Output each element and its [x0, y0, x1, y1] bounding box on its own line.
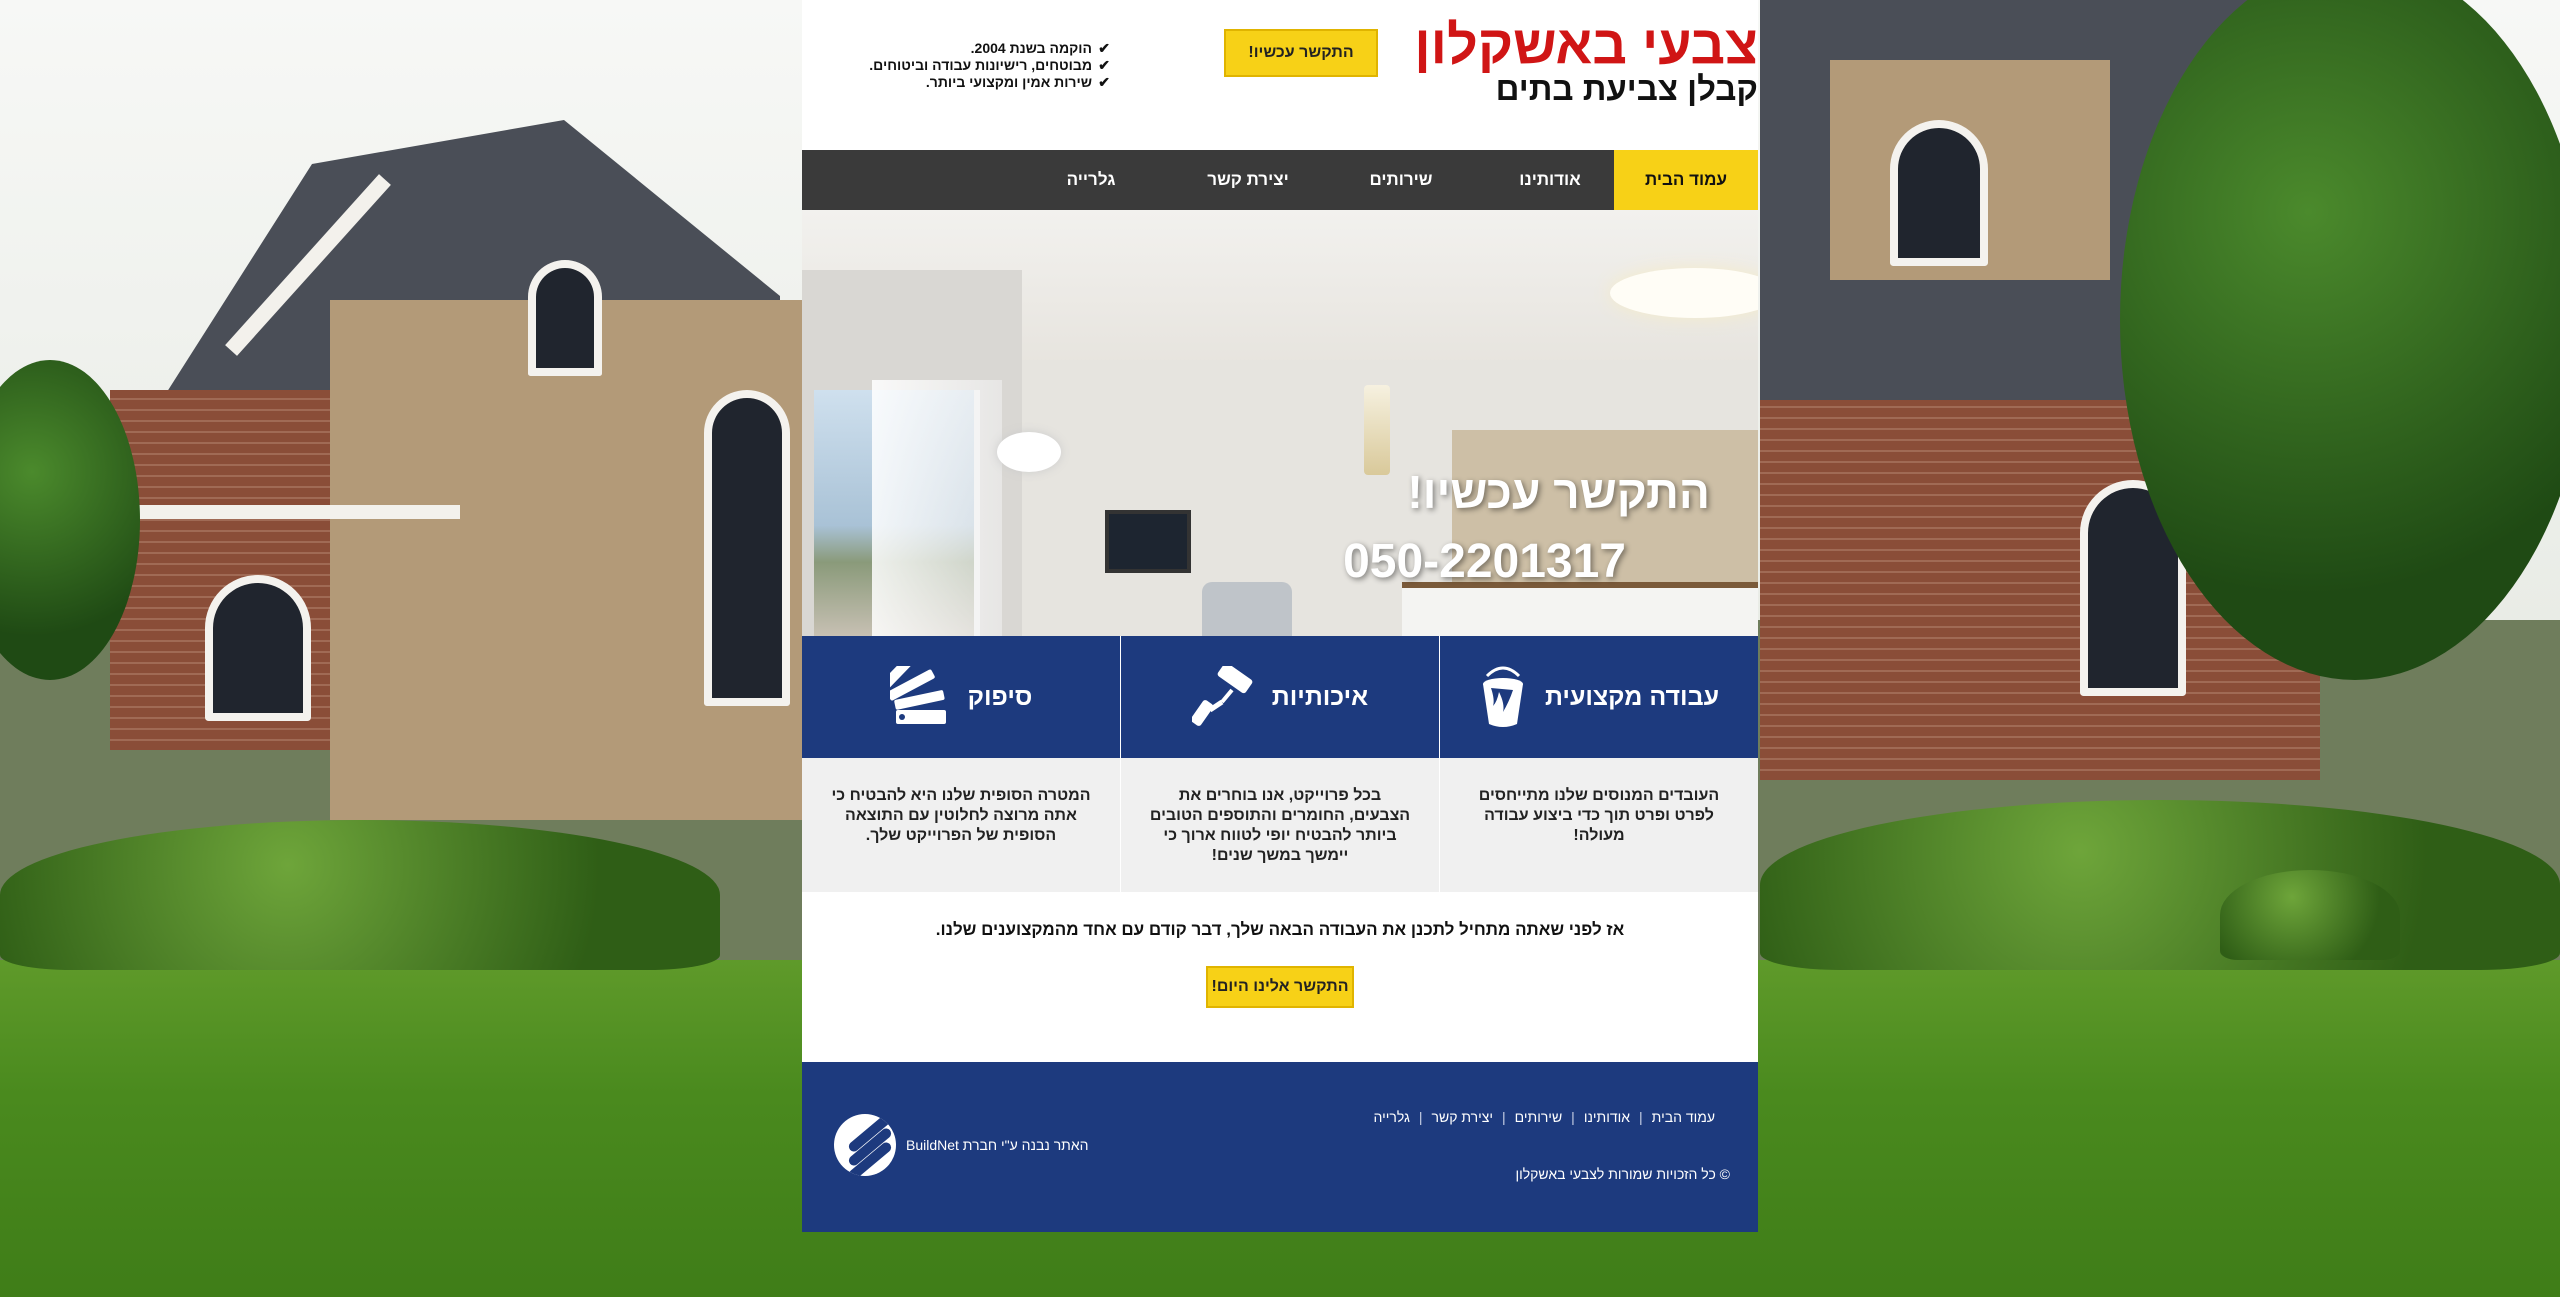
site-container: צבעי באשקלון קבלן צביעת בתים התקשר עכשיו…: [802, 0, 1758, 1232]
nav-item-services[interactable]: שירותים: [1316, 150, 1486, 210]
buildnet-logo-icon[interactable]: [834, 1114, 896, 1176]
site-footer: עמוד הבית | אודותינו | שירותים | יצירת קשר |…: [802, 1062, 1758, 1232]
check-icon: ✔: [1098, 40, 1110, 56]
card-text: בכל פרוייקט, אנו בוחרים את הצבעים, החומר…: [1121, 758, 1439, 892]
main-nav: עמוד הבית אודותינו שירותים יצירת קשר גלר…: [802, 150, 1758, 210]
builder-credit[interactable]: האתר נבנה ע"י חברת BuildNet: [834, 1114, 1089, 1176]
card-title: עבודה מקצועית: [1544, 682, 1720, 711]
check-icon: ✔: [1098, 57, 1110, 73]
site-title[interactable]: צבעי באשקלון: [1414, 14, 1758, 76]
card-text: העובדים המנוסים שלנו מתייחסים לפרט ופרט …: [1440, 758, 1758, 892]
site-header: צבעי באשקלון קבלן צביעת בתים התקשר עכשיו…: [802, 0, 1758, 150]
hero-headline: התקשר עכשיו!: [1407, 466, 1710, 518]
paint-roller-icon: [1191, 666, 1254, 728]
nav-item-contact[interactable]: יצירת קשר: [1180, 150, 1316, 210]
footer-link-contact[interactable]: יצירת קשר: [1423, 1109, 1502, 1125]
feature-item: ✔הוקמה בשנת 2004.: [970, 40, 1110, 56]
card-text: המטרה הסופית שלנו היא להבטיח כי אתה מרוצ…: [802, 758, 1120, 892]
features-list: ✔הוקמה בשנת 2004. ✔מבוטחים, רישיונות עבו…: [802, 40, 1110, 91]
footer-link-services[interactable]: שירותים: [1506, 1109, 1572, 1125]
card-header: סיפוק: [802, 636, 1120, 758]
footer-nav: עמוד הבית | אודותינו | שירותים | יצירת קשר |…: [1365, 1109, 1725, 1125]
site-subtitle: קבלן צביעת בתים: [1495, 70, 1758, 107]
feature-item: ✔שירות אמין ומקצועי ביותר.: [925, 74, 1110, 90]
call-us-today-button[interactable]: התקשר אלינו היום!: [1206, 966, 1354, 1008]
cta-text: אז לפני שאתה מתחיל לתכנן את העבודה הבאה …: [935, 920, 1625, 939]
hero-banner: התקשר עכשיו! 050-2201317: [802, 210, 1758, 636]
hero-tv: [1105, 510, 1191, 573]
card-header: איכותיות: [1121, 636, 1439, 758]
footer-link-gallery[interactable]: גלרייה: [1365, 1109, 1419, 1125]
feature-cards: עבודה מקצועית העובדים המנוסים שלנו מתייח…: [802, 636, 1758, 892]
card-professional: עבודה מקצועית העובדים המנוסים שלנו מתייח…: [1440, 636, 1758, 892]
card-header: עבודה מקצועית: [1440, 636, 1758, 758]
card-quality: איכותיות בכל פרוייקט, אנו בוחרים את הצבע…: [1121, 636, 1439, 892]
check-icon: ✔: [1098, 74, 1110, 90]
card-title: איכותיות: [1271, 682, 1369, 711]
color-swatch-icon: [889, 666, 950, 728]
footer-link-home[interactable]: עמוד הבית: [1643, 1109, 1724, 1125]
feature-item: ✔מבוטחים, רישיונות עבודה וביטוחים.: [869, 57, 1110, 73]
credit-text: האתר נבנה ע"י חברת BuildNet: [906, 1137, 1089, 1153]
cta-strip: אז לפני שאתה מתחיל לתכנן את העבודה הבאה …: [802, 892, 1758, 1062]
paint-bucket-icon: [1479, 666, 1527, 728]
card-satisfaction: סיפוק המטרה הסופית שלנו היא להבטיח כי את…: [802, 636, 1120, 892]
copyright-text: © כל הזכויות שמורות לצבעי באשקלון: [1515, 1166, 1730, 1182]
nav-item-about[interactable]: אודותינו: [1486, 150, 1614, 210]
nav-item-home[interactable]: עמוד הבית: [1614, 150, 1758, 210]
hero-phone[interactable]: 050-2201317: [1343, 534, 1626, 589]
footer-link-about[interactable]: אודותינו: [1575, 1109, 1639, 1125]
call-now-button[interactable]: התקשר עכשיו!: [1224, 29, 1378, 77]
card-title: סיפוק: [967, 682, 1033, 711]
nav-item-gallery[interactable]: גלרייה: [1002, 150, 1180, 210]
